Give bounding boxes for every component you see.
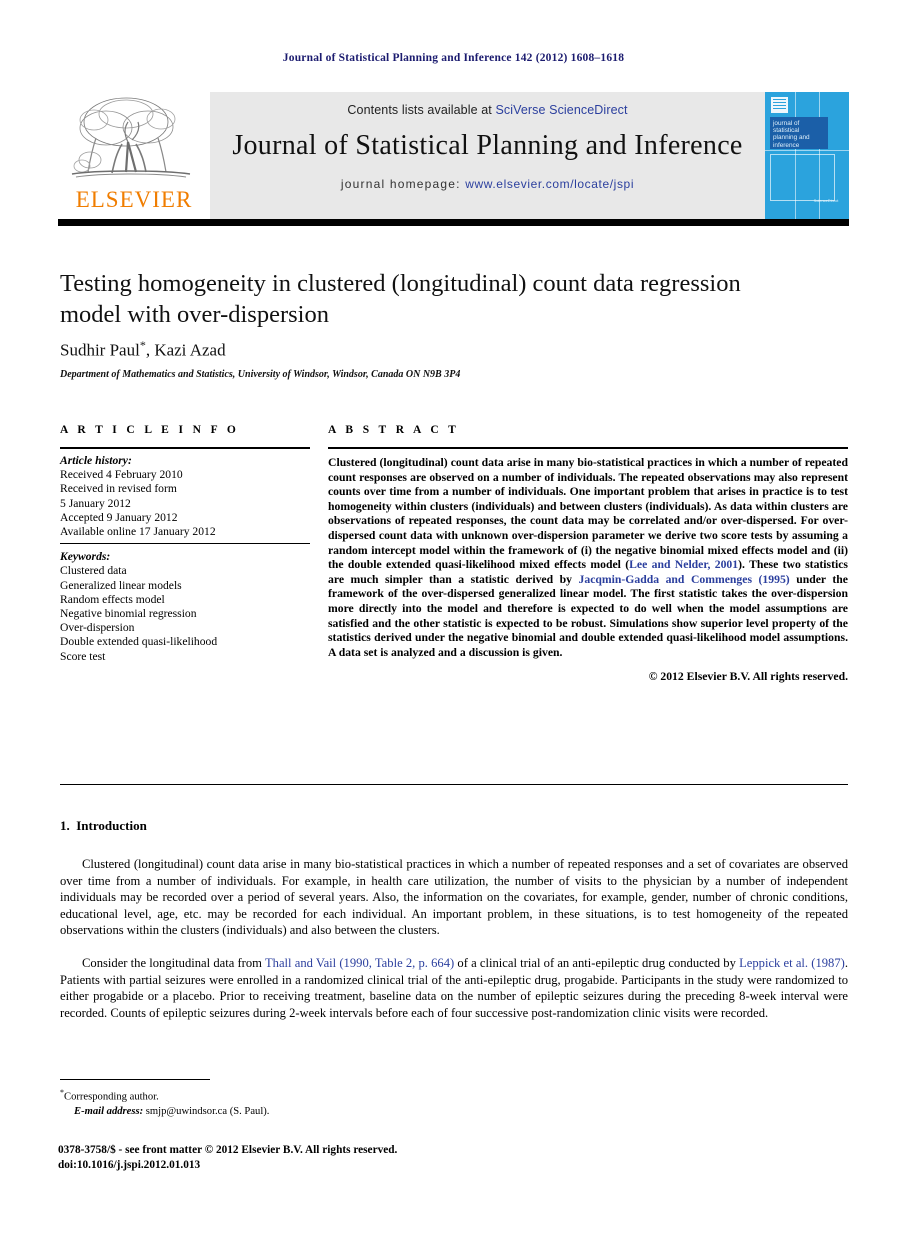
citation-leppick[interactable]: Leppick et al. (1987) [739,956,845,970]
elsevier-wordmark: ELSEVIER [75,187,193,212]
masthead-center-panel: Contents lists available at SciVerse Sci… [210,92,765,219]
article-info-block: A R T I C L E I N F O Article history: R… [60,424,310,664]
article-info-heading: A R T I C L E I N F O [60,424,240,436]
email-label: E-mail address: [74,1105,144,1117]
introduction-paragraph-1: Clustered (longitudinal) count data aris… [60,856,848,939]
para2-part-a: Consider the longitudinal data from [82,956,265,970]
abstract-copyright: © 2012 Elsevier B.V. All rights reserved… [648,670,848,684]
abstract-text: Clustered (longitudinal) count data aris… [328,449,848,660]
journal-cover-thumbnail[interactable]: journal of statistical planning and infe… [765,92,849,219]
corresponding-author-note: *Corresponding author. [60,1086,480,1105]
journal-homepage-line: journal homepage: www.elsevier.com/locat… [210,177,765,191]
keyword-item: Generalized linear models [60,578,182,592]
keyword-item: Random effects model [60,592,165,606]
sciencedirect-link[interactable]: SciVerse ScienceDirect [495,103,627,117]
contents-prefix: Contents lists available at [347,103,496,117]
section-label: Introduction [76,818,147,833]
masthead-bottom-rule [58,219,849,226]
footnote-rule [60,1079,210,1080]
para2-part-b: of a clinical trial of an anti-epileptic… [454,956,740,970]
author-affiliation: Department of Mathematics and Statistics… [60,369,461,380]
keyword-item: Clustered data [60,564,127,578]
article-first-page: Journal of Statistical Planning and Infe… [0,0,907,1238]
keywords-list: Keywords: Clustered data Generalized lin… [60,544,310,664]
footnote-block: *Corresponding author. E-mail address: s… [60,1086,480,1119]
section-number: 1. [60,818,70,833]
history-item: Available online 17 January 2012 [60,525,216,539]
introduction-paragraph-2: Consider the longitudinal data from Thal… [60,955,848,1021]
email-address[interactable]: smjp@uwindsor.ca (S. Paul). [143,1106,270,1117]
abstract-block: A B S T R A C T Clustered (longitudinal)… [328,424,848,683]
email-note: E-mail address: smjp@uwindsor.ca (S. Pau… [60,1105,480,1119]
contents-available-line: Contents lists available at SciVerse Sci… [210,103,765,117]
citation-thall-vail[interactable]: Thall and Vail (1990, Table 2, p. 664) [265,956,454,970]
keyword-item: Over-dispersion [60,621,135,635]
history-item: Received in revised form [60,482,177,496]
journal-masthead: ELSEVIER Contents lists available at Sci… [58,92,849,219]
abstract-part-1: Clustered (longitudinal) count data aris… [328,456,848,572]
abstract-heading: A B S T R A C T [328,424,460,436]
cover-image: journal of statistical planning and infe… [765,92,849,219]
page-title: Testing homogeneity in clustered (longit… [60,270,741,328]
abstract-citation-jacqmin-gadda[interactable]: Jacqmin-Gadda and Commenges (1995) [579,573,790,586]
section-heading-introduction: 1. Introduction [60,818,848,834]
journal-homepage-link[interactable]: www.elsevier.com/locate/jspi [465,177,634,191]
author-list: Sudhir Paul*, Kazi Azad [60,338,800,361]
running-head: Journal of Statistical Planning and Infe… [282,52,625,64]
paragraph-text: Consider the longitudinal data from Thal… [60,955,848,1021]
keyword-item: Negative binomial regression [60,607,197,621]
history-item: 5 January 2012 [60,496,131,510]
paragraph-text: Clustered (longitudinal) count data aris… [60,857,848,937]
cover-frame [770,154,835,201]
elsevier-logo: ELSEVIER [58,92,210,219]
cover-journal-title: journal of statistical planning and infe… [770,117,828,149]
abstract-citation-lee-nelder[interactable]: Lee and Nelder, 2001 [629,558,738,571]
homepage-prefix: journal homepage: [340,177,466,191]
issn-copyright-line: 0378-3758/$ - see front matter © 2012 El… [58,1144,398,1156]
elsevier-tree-icon [71,97,191,178]
author-primary: Sudhir Paul [60,340,140,360]
article-history-label: Article history: [60,454,132,467]
cover-elsevier-icon [771,97,788,113]
abstract-bottom-rule [60,784,848,785]
journal-title: Journal of Statistical Planning and Infe… [232,130,743,161]
author-secondary: , Kazi Azad [145,340,226,360]
keyword-item: Score test [60,649,106,663]
history-item: Accepted 9 January 2012 [60,510,178,524]
doi-line: doi:10.1016/j.jspi.2012.01.013 [58,1158,201,1171]
imprint-block: 0378-3758/$ - see front matter © 2012 El… [58,1143,558,1172]
history-item: Received 4 February 2010 [60,468,183,482]
cover-sciencedirect-mark: ScienceDirect [813,198,839,203]
keywords-label: Keywords: [60,550,111,564]
keyword-item: Double extended quasi-likelihood [60,635,218,649]
corresponding-author-text: Corresponding author. [64,1091,159,1103]
article-history: Article history: Received 4 February 201… [60,449,310,539]
